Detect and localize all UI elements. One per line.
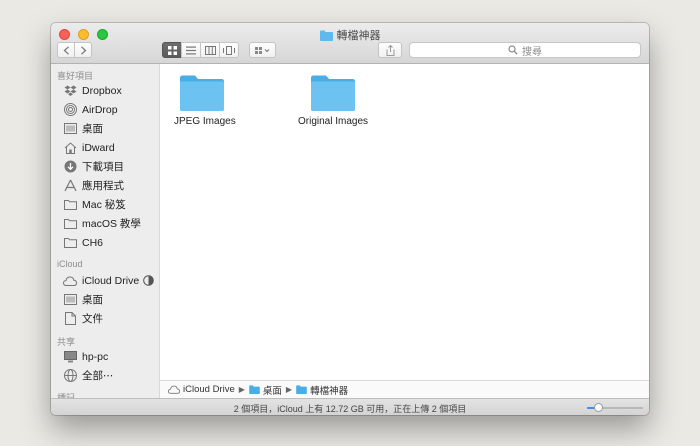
sidebar-item-airdrop[interactable]: AirDrop [63, 101, 118, 118]
search-placeholder: 搜尋 [522, 46, 542, 58]
sidebar-item-all-shared[interactable]: 全部⋯ [63, 367, 114, 384]
folder-icon [249, 385, 260, 394]
path-bar: iCloud Drive ▶ 桌面 ▶ 轉檔神器 [160, 380, 649, 398]
sidebar-item-label: Mac 秘笈 [82, 199, 126, 211]
sidebar-item-dropbox[interactable]: Dropbox [63, 82, 122, 99]
folder-icon [63, 198, 77, 212]
chevron-left-icon [63, 45, 69, 55]
folder-label: Original Images [298, 116, 369, 127]
folder-item[interactable]: JPEG Images [174, 74, 236, 127]
sidebar-item-label: Dropbox [82, 84, 122, 97]
sidebar-item-macos-tutorial[interactable]: macOS 教學 [63, 215, 141, 232]
folder-icon [296, 385, 307, 394]
sidebar-item-applications[interactable]: 應用程式 [63, 177, 124, 194]
sidebar-item-label: 文件 [82, 313, 103, 325]
chevron-right-icon [80, 45, 86, 55]
folder-icon [63, 217, 77, 231]
share-button[interactable] [378, 42, 402, 58]
status-text: 2 個項目，iCloud 上有 12.72 GB 可用，正在上傳 2 個項目 [233, 404, 467, 414]
sidebar-item-home[interactable]: iDward [63, 139, 115, 156]
sidebar-item-mac-tips[interactable]: Mac 秘笈 [63, 196, 126, 213]
path-crumb-icloud[interactable]: iCloud Drive [168, 384, 235, 395]
computer-icon [63, 350, 77, 364]
back-button[interactable] [57, 42, 75, 58]
sidebar-item-icloud-drive[interactable]: iCloud Drive [63, 272, 154, 289]
sidebar-header-icloud: iCloud [57, 259, 83, 269]
list-view-button[interactable] [181, 42, 201, 58]
cover-flow-icon [223, 45, 235, 55]
list-icon [186, 46, 196, 54]
folder-item[interactable]: Original Images [298, 74, 368, 127]
sidebar-item-label: 下載項目 [82, 161, 124, 173]
nav-buttons [57, 42, 92, 58]
titlebar: 轉檔神器 搜尋 [51, 23, 649, 64]
grid-icon [167, 45, 177, 55]
icon-size-slider[interactable] [587, 403, 643, 412]
airdrop-icon [63, 103, 77, 117]
sidebar-item-label: iDward [82, 141, 115, 154]
cloud-icon [168, 385, 180, 394]
share-icon [386, 44, 394, 56]
view-mode-segment [162, 42, 239, 58]
path-crumb-label: 轉檔神器 [310, 385, 349, 397]
sidebar-item-label: 全部⋯ [82, 370, 114, 382]
chevron-right-icon: ▶ [238, 385, 245, 394]
search-field[interactable]: 搜尋 [409, 42, 641, 58]
path-crumb-desktop[interactable]: 桌面 [249, 383, 282, 397]
sidebar-item-label: macOS 教學 [82, 218, 141, 230]
path-crumb-current[interactable]: 轉檔神器 [296, 383, 348, 397]
desktop-icon [63, 293, 77, 307]
folder-icon [319, 30, 333, 44]
columns-icon [204, 45, 216, 55]
arrange-button[interactable] [249, 42, 276, 58]
window-title-text: 轉檔神器 [336, 30, 381, 42]
sidebar-item-label: 桌面 [82, 294, 103, 306]
applications-icon [63, 179, 77, 193]
sidebar-header-tags: 標記 [57, 393, 76, 398]
document-icon [63, 312, 77, 326]
desktop-icon [63, 122, 77, 136]
dropbox-icon [63, 84, 77, 98]
upload-progress-icon [143, 275, 154, 286]
chevron-right-icon: ▶ [285, 385, 293, 394]
cover-flow-button[interactable] [219, 42, 239, 58]
sidebar-item-label: CH6 [82, 236, 104, 249]
sidebar-item-label: 桌面 [82, 123, 103, 135]
sidebar-item-downloads[interactable]: 下載項目 [63, 158, 124, 175]
cloud-icon [63, 274, 77, 288]
arrange-icon [254, 46, 269, 54]
folder-icon [311, 75, 355, 111]
download-icon [63, 160, 77, 174]
sidebar-header-shared: 共享 [57, 337, 76, 347]
finder-window: 轉檔神器 搜尋 喜好項目 Dropbox AirDrop 桌面 iDward 下… [51, 23, 649, 415]
sidebar: 喜好項目 Dropbox AirDrop 桌面 iDward 下載項目 應用程式… [51, 64, 160, 398]
sidebar-item-label: hp-pc [82, 350, 109, 363]
folder-icon [63, 236, 77, 250]
folder-label: JPEG Images [174, 116, 236, 127]
path-crumb-label: 桌面 [262, 385, 282, 397]
sidebar-item-hp-pc[interactable]: hp-pc [63, 348, 108, 365]
home-icon [63, 141, 77, 155]
search-icon [508, 45, 518, 55]
sidebar-header-favorites: 喜好項目 [57, 71, 94, 81]
file-browser: JPEG Images Original Images [160, 64, 649, 380]
forward-button[interactable] [74, 42, 92, 58]
sidebar-item-label: iCloud Drive [82, 274, 140, 287]
icon-view-button[interactable] [162, 42, 182, 58]
sidebar-item-desktop[interactable]: 桌面 [63, 120, 103, 137]
sidebar-item-label: 應用程式 [82, 180, 124, 192]
sidebar-item-documents[interactable]: 文件 [63, 310, 103, 327]
sidebar-item-ch6[interactable]: CH6 [63, 234, 103, 251]
sidebar-item-label: AirDrop [82, 103, 118, 116]
sidebar-item-icloud-desktop[interactable]: 桌面 [63, 291, 103, 308]
column-view-button[interactable] [200, 42, 220, 58]
network-icon [63, 369, 77, 383]
path-crumb-label: iCloud Drive [183, 384, 235, 395]
folder-icon [180, 75, 224, 111]
status-bar: 2 個項目，iCloud 上有 12.72 GB 可用，正在上傳 2 個項目 [51, 398, 649, 415]
